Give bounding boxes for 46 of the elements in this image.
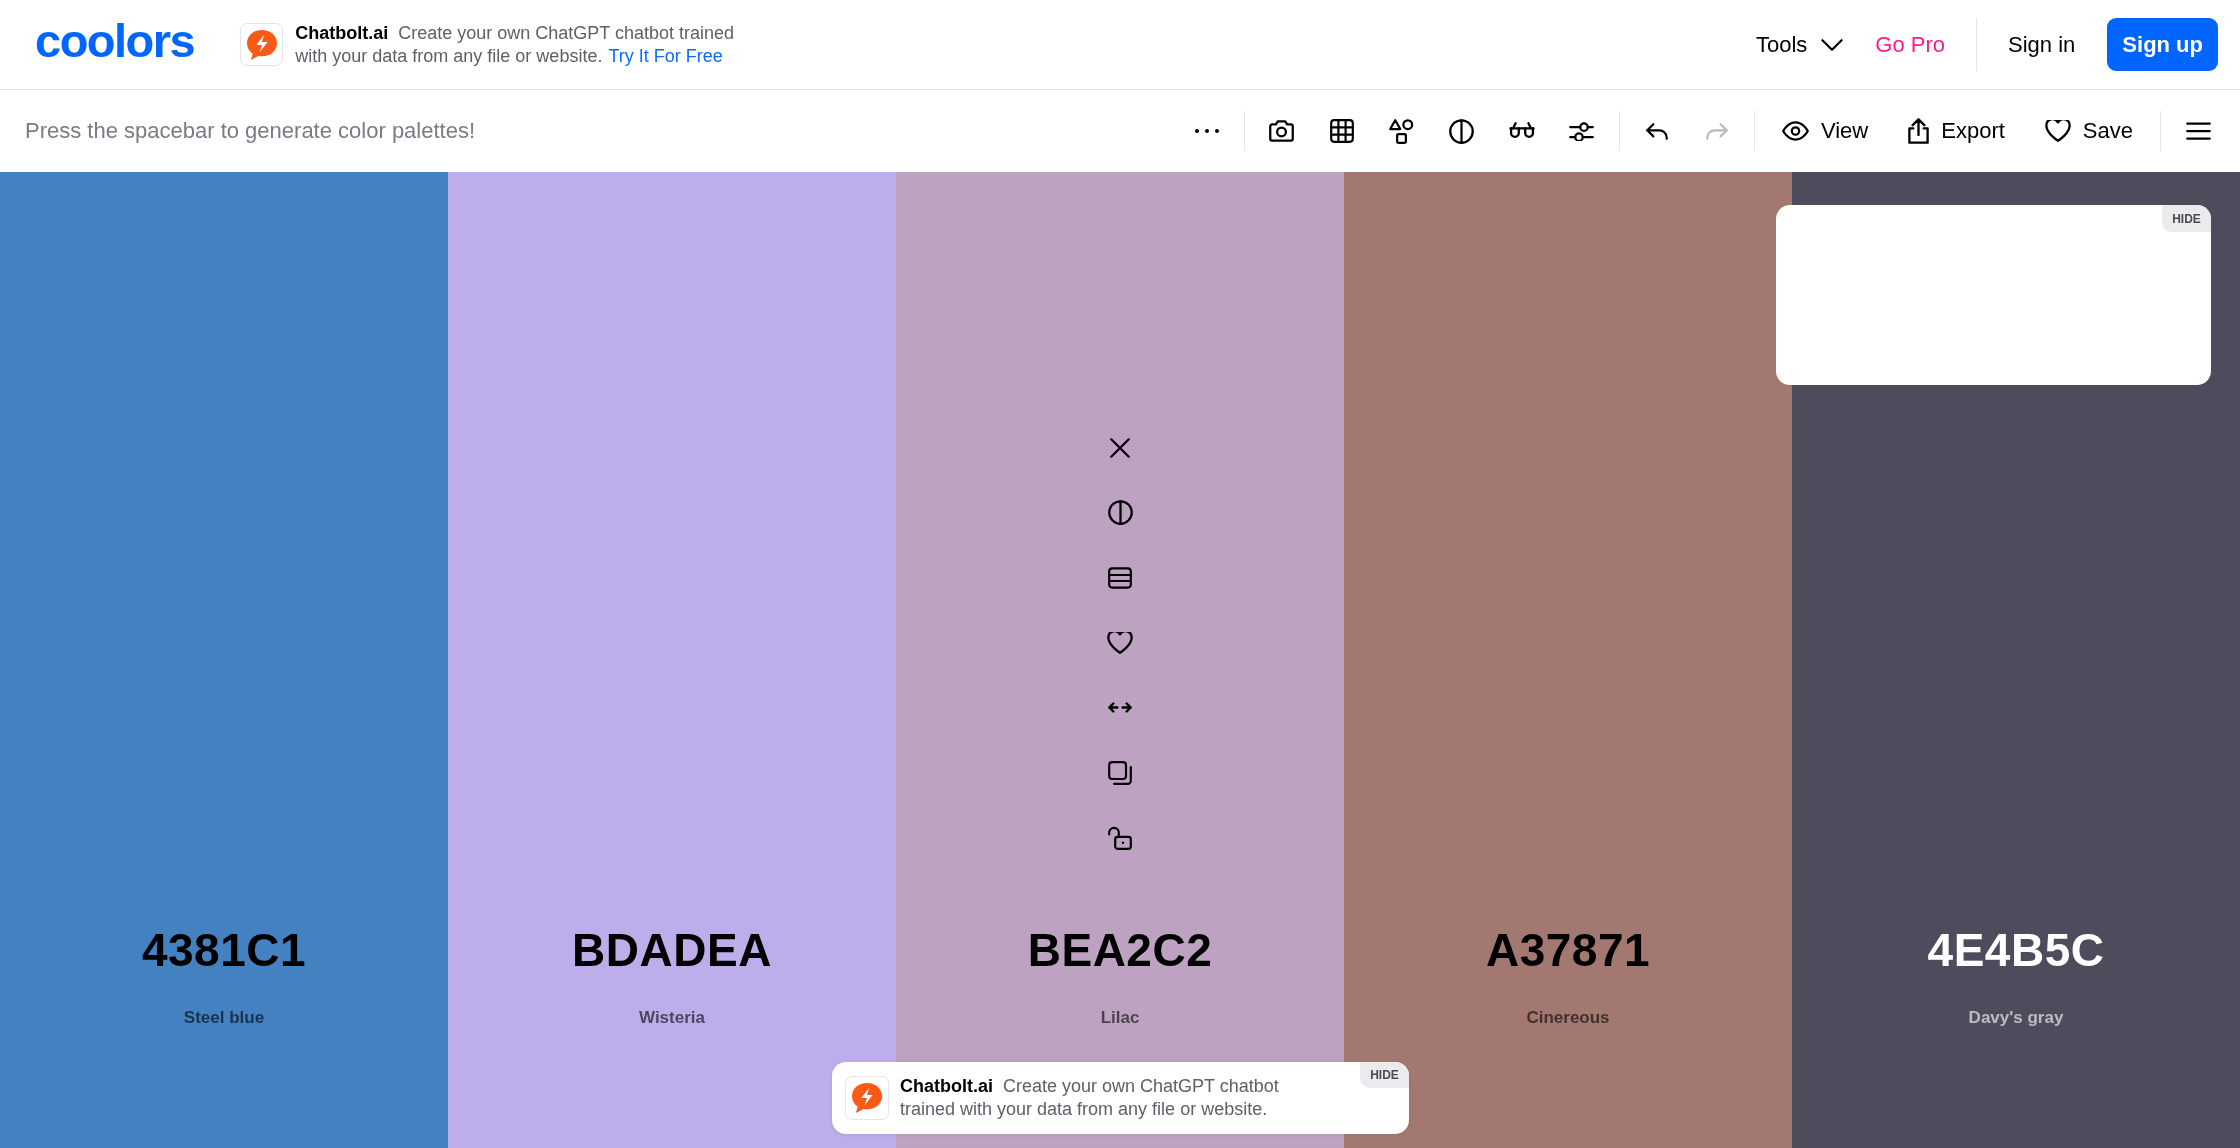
hint-text: Press the spacebar to generate color palettes! — [25, 118, 476, 144]
grid-icon — [1329, 119, 1354, 143]
contrast-icon — [1449, 118, 1475, 144]
color-name: Cinereous — [1526, 1008, 1610, 1028]
export-button[interactable]: Export — [1894, 107, 2019, 155]
export-icon — [1908, 118, 1930, 144]
copy-icon — [1108, 760, 1132, 785]
left-right-arrows-icon — [1108, 702, 1132, 713]
heart-icon — [2044, 120, 2071, 142]
menu-icon — [2185, 122, 2211, 140]
color-name: Lilac — [1100, 1008, 1140, 1028]
hide-button[interactable]: HIDE — [2162, 205, 2211, 232]
color-name: Wisteria — [639, 1008, 705, 1028]
color-name: Davy's gray — [1968, 1008, 2064, 1028]
chevron-down-icon — [1821, 38, 1844, 51]
sign-in-link[interactable]: Sign in — [2008, 31, 2076, 58]
heart-icon — [1107, 631, 1133, 654]
sign-up-button[interactable]: Sign up — [2107, 18, 2218, 71]
undo-icon — [1645, 122, 1668, 140]
ad-link[interactable]: Try It For Free — [608, 45, 723, 66]
chat-bubble-icon — [240, 23, 284, 66]
save-button[interactable]: Save — [2030, 107, 2147, 155]
hex-code: BDADEA — [572, 923, 772, 978]
tools-menu-button[interactable]: Tools — [1756, 31, 1844, 58]
chat-bubble-icon — [845, 1076, 889, 1120]
color-name: Steel blue — [183, 1008, 265, 1028]
rows-icon — [1108, 566, 1132, 589]
contrast-icon — [1107, 500, 1133, 525]
close-icon — [1110, 437, 1130, 458]
glasses-icon — [1508, 122, 1535, 140]
shapes-icon — [1389, 118, 1415, 144]
eye-icon — [1781, 121, 1809, 141]
ad-text: Chatbolt.ai Create your own ChatGPT chatbot trained with your data from any file or website. Try It For Free — [295, 21, 736, 68]
camera-icon — [1269, 120, 1295, 142]
go-pro-link[interactable]: Go Pro — [1875, 31, 1946, 58]
ad-text: Chatbolt.ai Create your own ChatGPT chatbot trained with your data from any file or website. — [900, 1075, 1280, 1121]
view-button[interactable]: View — [1767, 107, 1883, 155]
hex-code: 4381C1 — [141, 923, 307, 978]
redo-icon — [1705, 122, 1728, 140]
hex-code: 4E4B5C — [1927, 923, 2105, 978]
logo[interactable]: coolors — [35, 15, 195, 66]
hex-code: BEA2C2 — [1027, 923, 1213, 978]
more-icon — [1194, 129, 1219, 133]
sliders-icon — [1569, 121, 1595, 141]
hex-code: A37871 — [1485, 923, 1651, 978]
hide-button[interactable]: HIDE — [1360, 1062, 1409, 1088]
